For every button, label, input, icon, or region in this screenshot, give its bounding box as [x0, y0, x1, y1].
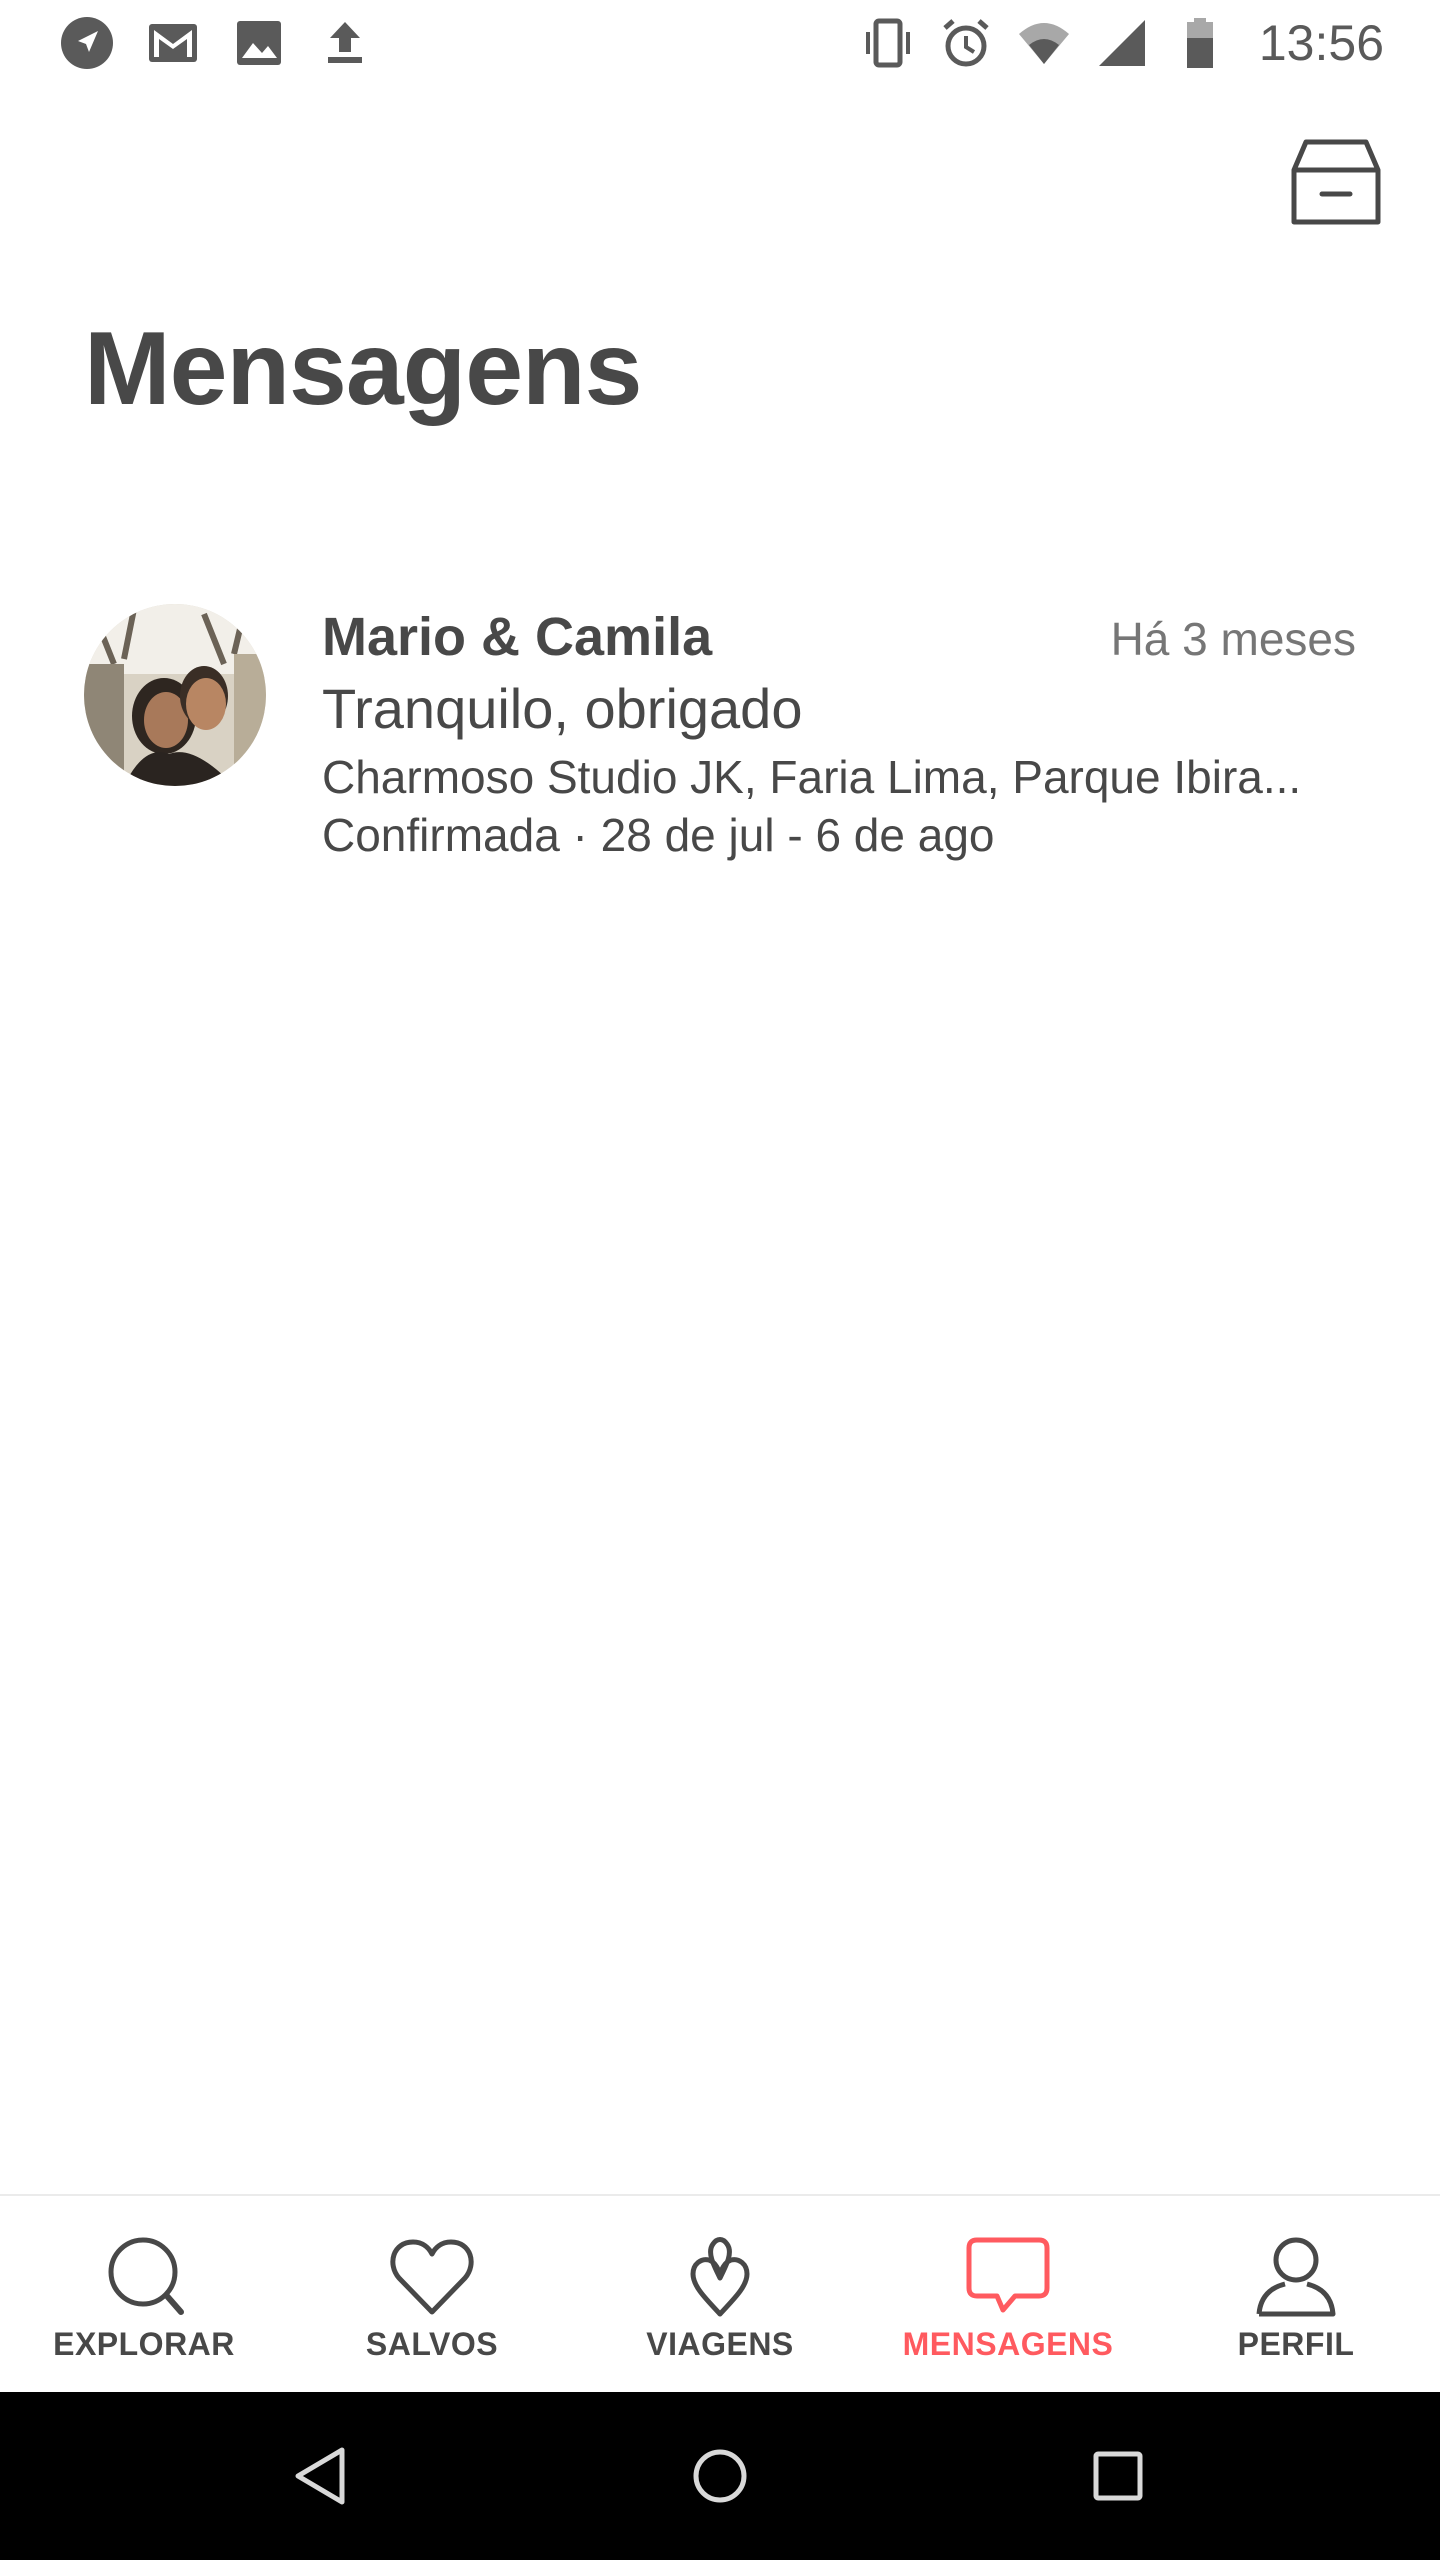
status-bar-system: 13:56 — [861, 14, 1384, 72]
archive-button[interactable] — [1290, 138, 1382, 226]
thread-listing: Charmoso Studio JK, Faria Lima, Parque I… — [322, 751, 1302, 803]
home-button[interactable] — [680, 2436, 760, 2516]
avatar — [84, 604, 266, 786]
clock: 13:56 — [1258, 15, 1384, 71]
system-nav-bar — [0, 2392, 1440, 2560]
message-icon — [963, 2234, 1053, 2320]
thread-last-message: Tranquilo, obrigado — [322, 677, 803, 740]
heart-icon — [387, 2234, 477, 2320]
gmail-icon — [146, 16, 200, 70]
thread-name: Mario & Camila — [322, 607, 713, 667]
home-icon — [693, 2449, 747, 2503]
status-bar-notifications — [60, 14, 372, 72]
signal-icon — [1095, 16, 1149, 70]
profile-icon — [1251, 2234, 1341, 2320]
airbnb-logo-icon — [675, 2234, 765, 2320]
tab-viagens[interactable]: VIAGENS — [576, 2196, 864, 2392]
tab-label: MENSAGENS — [902, 2326, 1114, 2362]
tab-label: VIAGENS — [646, 2326, 794, 2362]
page-title: Mensagens — [84, 311, 642, 427]
tab-perfil[interactable]: PERFIL — [1152, 2196, 1440, 2392]
alarm-icon — [939, 16, 993, 70]
back-button[interactable] — [282, 2436, 362, 2516]
search-icon — [99, 2234, 189, 2320]
back-icon — [295, 2447, 345, 2505]
tab-mensagens[interactable]: MENSAGENS — [864, 2196, 1152, 2392]
recents-icon — [1093, 2451, 1143, 2501]
vibrate-icon — [861, 16, 915, 70]
navigation-icon — [60, 16, 114, 70]
tab-label: PERFIL — [1237, 2326, 1355, 2362]
archive-icon — [1291, 139, 1381, 225]
battery-icon — [1173, 16, 1227, 70]
recents-button[interactable] — [1078, 2436, 1158, 2516]
tab-salvos[interactable]: SALVOS — [288, 2196, 576, 2392]
bottom-tab-bar: EXPLORAR SALVOS VIAGENS MENSAGENS PERFIL — [0, 2194, 1440, 2392]
upload-icon — [318, 16, 372, 70]
message-thread[interactable]: Mario & Camila Há 3 meses Tranquilo, obr… — [0, 590, 1440, 880]
tab-label: EXPLORAR — [53, 2326, 235, 2362]
status-bar: 13:56 — [0, 0, 1440, 86]
tab-explorar[interactable]: EXPLORAR — [0, 2196, 288, 2392]
tab-label: SALVOS — [365, 2326, 499, 2362]
thread-status: Confirmada · 28 de jul - 6 de ago — [322, 809, 995, 861]
image-icon — [232, 16, 286, 70]
wifi-icon — [1017, 16, 1071, 70]
thread-time: Há 3 meses — [1110, 613, 1356, 665]
